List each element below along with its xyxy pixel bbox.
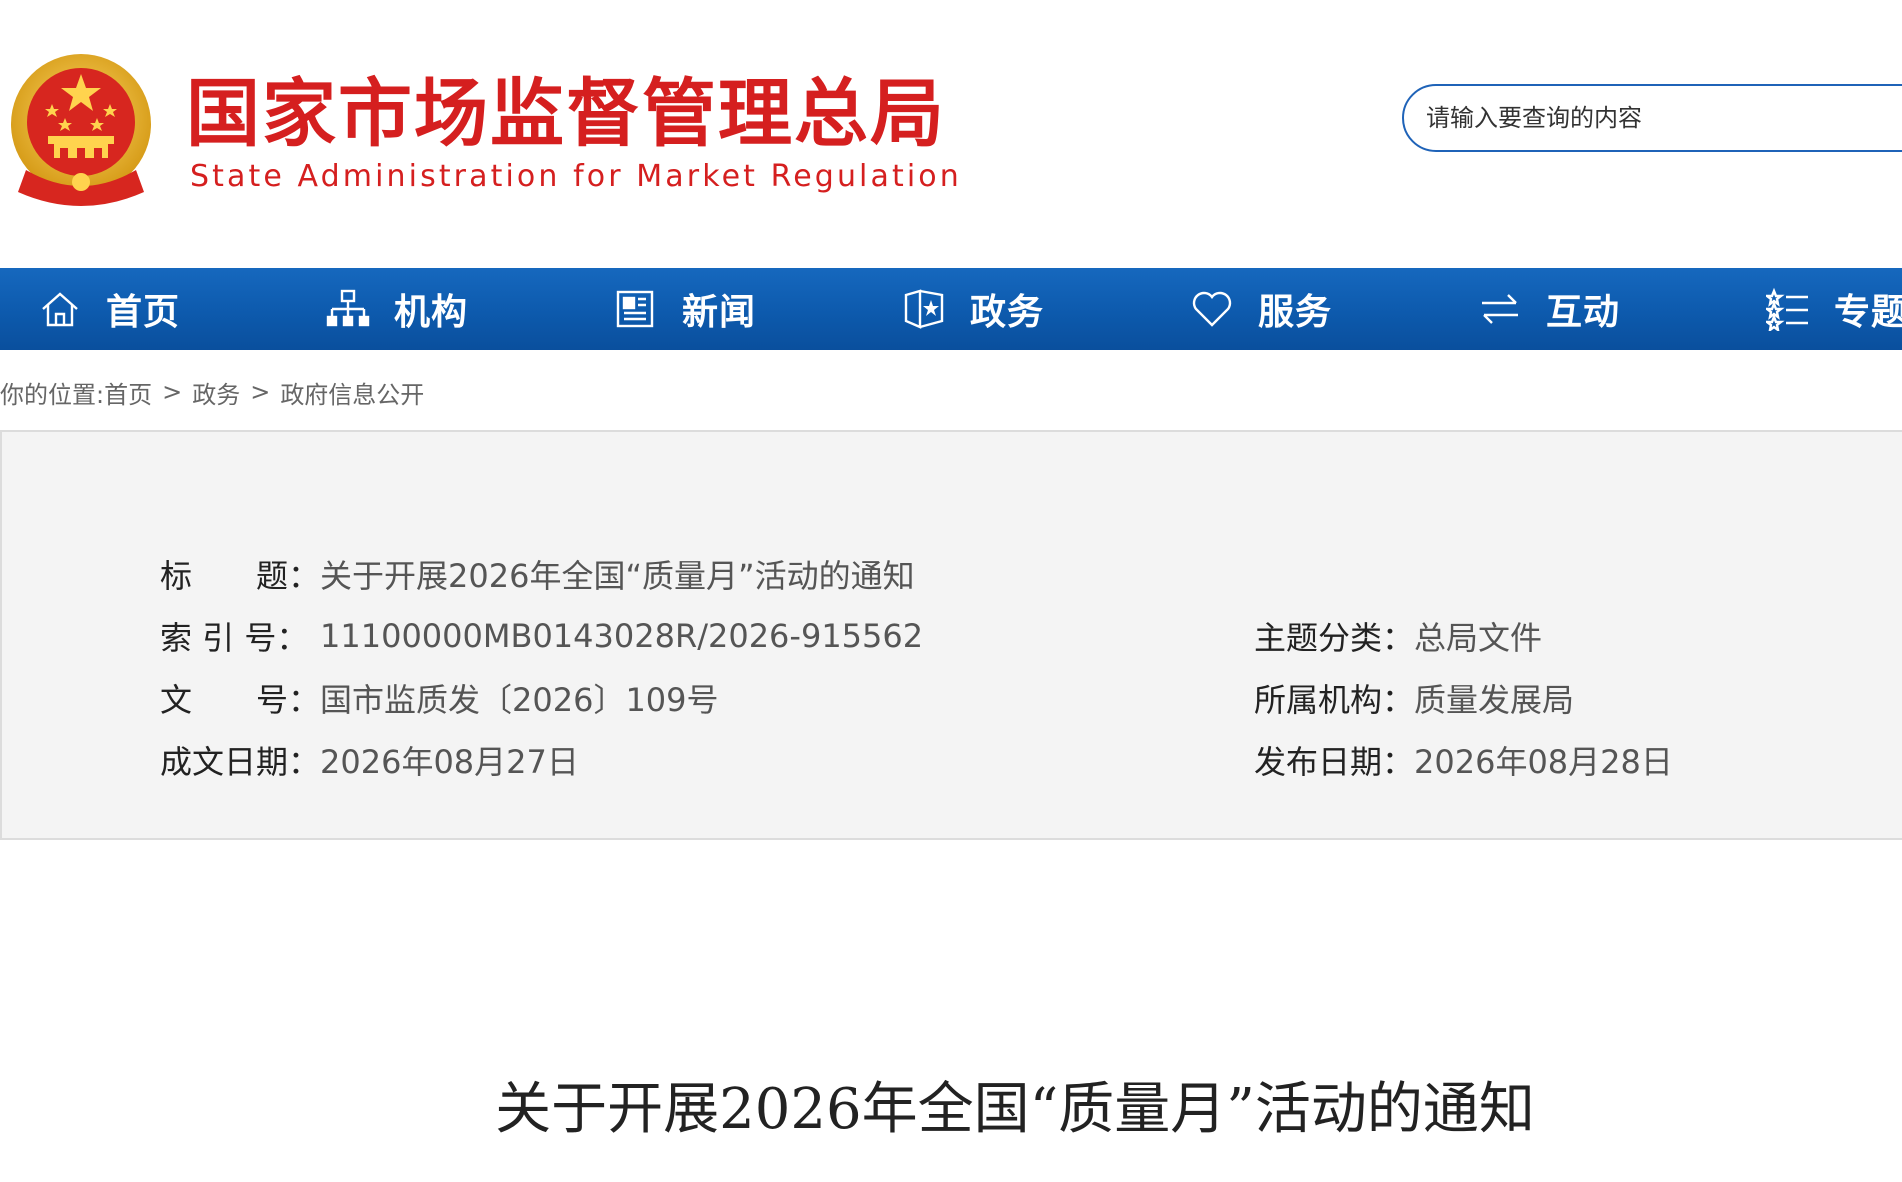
info-row-docno: 文 号： 国市监质发〔2026〕109号 xyxy=(160,674,719,722)
nav-item-news[interactable]: 新闻 xyxy=(614,268,756,350)
document-info-panel: 标 题： 关于开展2026年全国“质量月”活动的通知 索 引 号： 111000… xyxy=(0,430,1902,840)
info-row-category: 主题分类： 总局文件 xyxy=(1254,612,1542,660)
breadcrumb-separator: > xyxy=(162,378,183,406)
org-chart-icon xyxy=(326,289,370,327)
info-category-value: 总局文件 xyxy=(1414,619,1543,657)
nav-item-topics[interactable]: 专题 xyxy=(1766,268,1902,350)
info-row-published-date: 发布日期： 2026年08月28日 xyxy=(1254,736,1673,784)
nav-item-gov[interactable]: 政务 xyxy=(902,268,1044,350)
breadcrumb-gov[interactable]: 政务 xyxy=(192,375,240,410)
info-docno-key: 文 号： xyxy=(160,681,321,719)
info-title-key: 标 题： xyxy=(160,557,321,595)
article-title: 关于开展2026年全国“质量月”活动的通知 xyxy=(495,1077,1535,1142)
nav-item-label: 新闻 xyxy=(682,292,757,333)
info-row-title: 标 题： 关于开展2026年全国“质量月”活动的通知 xyxy=(160,550,915,598)
info-index-value: 11100000MB0143028R/2026-915562 xyxy=(320,617,924,655)
main-nav: 首页 机构 新闻 政务 服务 互动 专题 xyxy=(0,268,1902,350)
info-row-index: 索 引 号： 11100000MB0143028R/2026-915562 xyxy=(160,612,923,660)
info-row-written-date: 成文日期： 2026年08月27日 xyxy=(160,736,579,784)
info-dept-key: 所属机构： xyxy=(1254,681,1415,719)
newspaper-icon xyxy=(616,290,654,328)
info-dept-value: 质量发展局 xyxy=(1414,681,1575,719)
breadcrumb-separator: > xyxy=(250,378,271,406)
topic-list-icon xyxy=(1766,287,1808,331)
breadcrumb-prefix: 你的位置: xyxy=(0,380,105,409)
site-header: 国家市场监督管理总局 State Administration for Mark… xyxy=(0,0,1902,268)
national-emblem-icon xyxy=(11,54,151,206)
info-index-key: 索 引 号： xyxy=(160,619,309,657)
info-written-date-value: 2026年08月27日 xyxy=(320,743,579,781)
nav-item-label: 机构 xyxy=(394,292,469,333)
info-published-date-key: 发布日期： xyxy=(1254,743,1415,781)
search-input[interactable] xyxy=(1402,84,1902,152)
nav-item-org[interactable]: 机构 xyxy=(326,268,468,350)
nav-item-label: 政务 xyxy=(970,292,1045,333)
swap-arrows-icon xyxy=(1482,294,1518,324)
shield-star-icon xyxy=(904,289,944,329)
nav-item-label: 互动 xyxy=(1546,292,1621,333)
nav-item-label: 首页 xyxy=(106,292,181,333)
breadcrumb-home[interactable]: 首页 xyxy=(104,375,152,410)
nav-item-home[interactable]: 首页 xyxy=(38,268,180,350)
nav-item-label: 专题 xyxy=(1834,292,1902,333)
info-title-value: 关于开展2026年全国“质量月”活动的通知 xyxy=(320,557,915,595)
info-row-dept: 所属机构： 质量发展局 xyxy=(1254,674,1574,722)
heart-icon xyxy=(1192,291,1232,327)
info-published-date-value: 2026年08月28日 xyxy=(1414,743,1673,781)
site-name-cn: 国家市场监督管理总局 xyxy=(186,71,946,157)
info-docno-value: 国市监质发〔2026〕109号 xyxy=(320,681,719,719)
nav-item-interact[interactable]: 互动 xyxy=(1478,268,1620,350)
nav-item-service[interactable]: 服务 xyxy=(1190,268,1332,350)
breadcrumb-info-disclosure[interactable]: 政府信息公开 xyxy=(280,375,424,410)
home-icon xyxy=(42,292,78,327)
nav-item-label: 服务 xyxy=(1258,292,1333,333)
breadcrumb: 你的位置: 首页 > 政务 > 政府信息公开 xyxy=(0,374,424,410)
site-name-en: State Administration for Market Regulati… xyxy=(190,159,962,194)
info-written-date-key: 成文日期： xyxy=(160,743,321,781)
info-category-key: 主题分类： xyxy=(1254,619,1415,657)
